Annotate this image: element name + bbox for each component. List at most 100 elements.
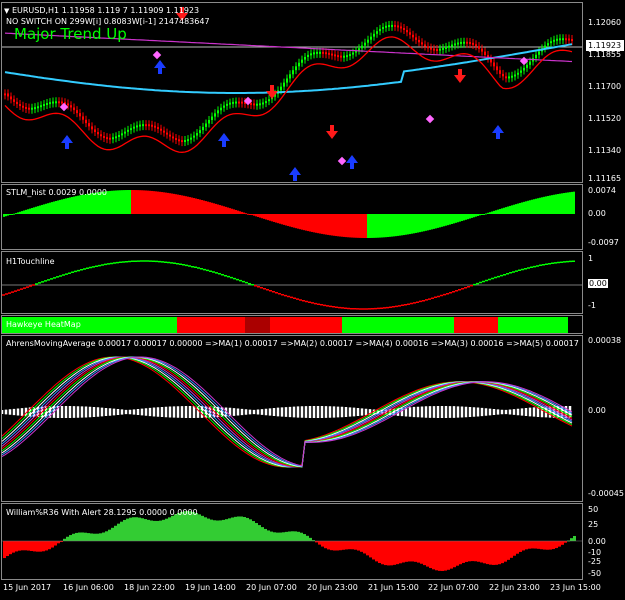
candle-body xyxy=(397,25,399,28)
stlm-bar xyxy=(37,206,39,214)
williams-bar xyxy=(45,541,48,551)
candle-body xyxy=(82,116,84,120)
candle-body xyxy=(514,74,516,77)
candle-body xyxy=(226,103,228,106)
williams-bar xyxy=(228,518,231,541)
stlm-bar xyxy=(415,214,417,233)
stlm-pane[interactable]: STLM_hist 0.0029 0.0000 xyxy=(1,184,583,250)
stlm-bar xyxy=(205,201,207,214)
stlm-bar xyxy=(295,214,297,229)
williams-bar xyxy=(507,541,510,560)
stlm-bar xyxy=(559,193,561,214)
stlm-bar xyxy=(467,214,469,220)
candle-body xyxy=(91,126,93,130)
williams-bar xyxy=(525,541,528,550)
stlm-bar xyxy=(285,214,287,226)
chart-window[interactable]: ▼ EURUSD,H1 1.11958 1.119 7 1.11909 1.11… xyxy=(0,0,625,600)
williams-bar xyxy=(390,541,393,566)
candle-body xyxy=(499,70,501,74)
williams-bar xyxy=(414,541,417,562)
williams-bar xyxy=(432,541,435,570)
ahrens-pane[interactable]: AhrensMovingAverage 0.00017 0.00017 0.00… xyxy=(1,335,583,502)
williams-bar xyxy=(234,516,237,541)
stlm-bar xyxy=(247,213,249,215)
stlm-bar xyxy=(395,214,397,237)
candle-body xyxy=(223,105,225,108)
williams-pane[interactable]: William%R36 With Alert 28.1295 0.0000 0.… xyxy=(1,503,583,580)
stlm-bar xyxy=(85,194,87,214)
stlm-bar xyxy=(503,207,505,214)
stlm-bar xyxy=(245,213,247,215)
heatmap-segment xyxy=(177,317,245,333)
candle-body xyxy=(289,74,291,79)
candle-body xyxy=(340,55,342,58)
candle-body xyxy=(85,119,87,124)
williams-bar xyxy=(396,541,399,565)
candle-body xyxy=(373,33,375,37)
williams-bar xyxy=(558,541,561,547)
stlm-bar xyxy=(135,190,137,214)
candle-body xyxy=(406,29,408,33)
williams-bar xyxy=(93,533,96,541)
stlm-bar xyxy=(389,214,391,237)
stlm-bar xyxy=(47,203,49,214)
stlm-bar xyxy=(427,214,429,231)
heatmap-pane[interactable]: Hawkeye HeatMap xyxy=(1,315,583,334)
sell-arrow-icon xyxy=(454,69,466,83)
price-pane[interactable]: ▼ EURUSD,H1 1.11958 1.119 7 1.11909 1.11… xyxy=(1,2,583,183)
williams-bar xyxy=(156,520,159,541)
stlm-bar xyxy=(289,214,291,227)
touchline-pane[interactable]: H1Touchline xyxy=(1,251,583,314)
candle-body xyxy=(229,102,231,105)
williams-bar xyxy=(540,541,543,550)
candle-body xyxy=(163,130,165,133)
candle-body xyxy=(316,51,318,54)
stlm-bar xyxy=(197,199,199,214)
time-label: 20 Jun 07:00 xyxy=(246,583,297,592)
stlm-bar xyxy=(323,214,325,235)
candle-body xyxy=(43,104,45,107)
candle-body xyxy=(214,113,216,117)
major-trend-label: Major Trend Up xyxy=(14,25,127,43)
candle-body xyxy=(220,107,222,111)
candle-body xyxy=(424,44,426,47)
scale-label: 0.00 xyxy=(588,406,606,415)
stlm-bar xyxy=(339,214,341,237)
candle-body xyxy=(322,51,324,54)
candle-body xyxy=(511,75,513,78)
williams-bar xyxy=(297,531,300,541)
stlm-bar xyxy=(431,214,433,230)
candle-body xyxy=(4,93,6,96)
stlm-bar xyxy=(327,214,329,235)
williams-bar xyxy=(384,541,387,566)
stlm-bar xyxy=(361,214,363,238)
williams-bar xyxy=(330,541,333,551)
stlm-bar xyxy=(553,194,555,214)
williams-bar xyxy=(69,535,72,541)
stlm-bar xyxy=(399,214,401,236)
stlm-bar xyxy=(307,214,309,232)
williams-bar xyxy=(126,518,129,541)
stlm-bar xyxy=(259,214,261,218)
heatmap-segment xyxy=(342,317,454,333)
scale-label: -0.0097 xyxy=(588,238,619,247)
stlm-bar xyxy=(239,211,241,214)
candle-body xyxy=(22,105,24,108)
heatmap-segment xyxy=(498,317,568,333)
touchline-title: H1Touchline xyxy=(6,257,55,266)
candle-body xyxy=(118,134,120,137)
stlm-bar xyxy=(489,212,491,214)
stlm-bar xyxy=(139,190,141,214)
williams-bar xyxy=(18,541,21,551)
williams-bar xyxy=(27,541,30,551)
candle-body xyxy=(154,125,156,128)
signal-diamond-icon xyxy=(425,114,435,124)
stlm-bar xyxy=(421,214,423,232)
stlm-bar xyxy=(507,206,509,214)
williams-bar xyxy=(270,531,273,541)
stlm-bar xyxy=(349,214,351,238)
stlm-bar xyxy=(57,200,59,214)
williams-bar xyxy=(405,541,408,562)
stlm-bar xyxy=(187,196,189,214)
stlm-bar xyxy=(207,201,209,214)
